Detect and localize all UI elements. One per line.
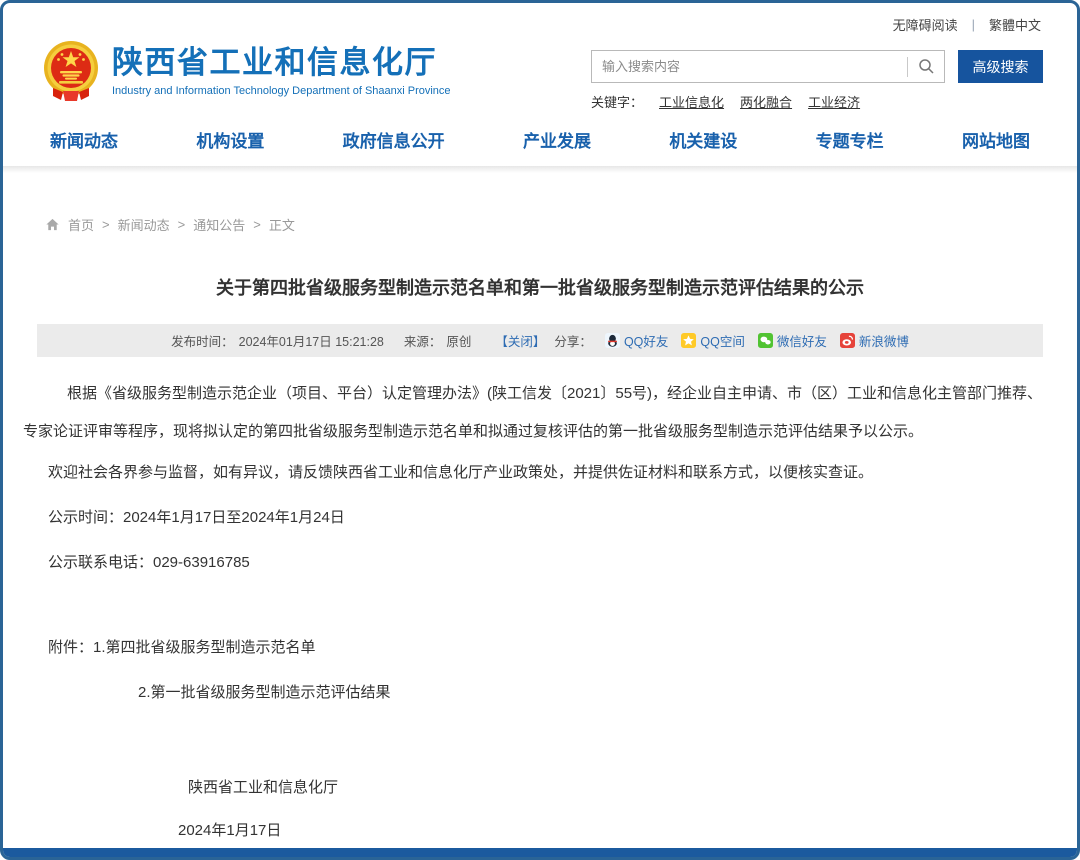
attachment-2-link[interactable]: 2.第一批省级服务型制造示范评估结果 bbox=[138, 684, 391, 701]
keyword-link-3[interactable]: 工业经济 bbox=[808, 92, 860, 111]
search-input[interactable] bbox=[592, 51, 907, 82]
site-title-block: 陕西省工业和信息化厅 Industry and Information Tech… bbox=[112, 45, 451, 98]
nav-item-news[interactable]: 新闻动态 bbox=[50, 127, 118, 152]
share-weibo-button[interactable]: 新浪微博 bbox=[840, 331, 909, 350]
article-meta-bar: 发布时间： 2024年01月17日 15:21:28 来源：原创 【关闭】 分享：… bbox=[37, 324, 1043, 357]
attachment-2: 2.第一批省级服务型制造示范评估结果 bbox=[23, 674, 1057, 712]
attachments-label: 附件： bbox=[48, 639, 93, 656]
site-title: 陕西省工业和信息化厅 bbox=[112, 45, 451, 81]
breadcrumb: 首页 > 新闻动态 > 通知公告 > 正文 bbox=[45, 215, 1057, 234]
source-label: 来源： bbox=[404, 331, 442, 350]
search-area: 高级搜索 关键字： 工业信息化 两化融合 工业经济 bbox=[591, 50, 1043, 111]
share-qq-label: QQ好友 bbox=[624, 331, 668, 350]
keyword-link-1[interactable]: 工业信息化 bbox=[659, 92, 724, 111]
search-icon bbox=[918, 58, 935, 75]
contact-phone: 公示联系电话：029-63916785 bbox=[23, 544, 1057, 582]
search-box bbox=[591, 50, 945, 83]
wechat-icon bbox=[758, 333, 773, 348]
close-button[interactable]: 【关闭】 bbox=[495, 331, 545, 350]
site-subtitle: Industry and Information Technology Depa… bbox=[112, 85, 451, 97]
qzone-icon bbox=[681, 333, 696, 348]
publicity-period: 公示时间：2024年1月17日至2024年1月24日 bbox=[23, 499, 1057, 537]
advanced-search-button[interactable]: 高级搜索 bbox=[958, 50, 1043, 83]
header: 陕西省工业和信息化厅 Industry and Information Tech… bbox=[3, 34, 1077, 115]
share-qzone-button[interactable]: QQ空间 bbox=[681, 331, 744, 350]
national-emblem-icon bbox=[43, 40, 99, 102]
nav-item-organization[interactable]: 机构设置 bbox=[196, 127, 264, 152]
signature-date: 2024年1月17日 bbox=[23, 812, 1057, 850]
search-button[interactable] bbox=[908, 51, 944, 82]
article-content: 首页 > 新闻动态 > 通知公告 > 正文 关于第四批省级服务型制造示范名单和第… bbox=[3, 215, 1077, 850]
breadcrumb-notices[interactable]: 通知公告 bbox=[193, 215, 245, 234]
keyword-link-2[interactable]: 两化融合 bbox=[740, 92, 792, 111]
attachment-1: 附件：1.第四批省级服务型制造示范名单 bbox=[23, 629, 1057, 667]
traditional-chinese-link[interactable]: 繁體中文 bbox=[989, 15, 1041, 34]
attachment-1-link[interactable]: 1.第四批省级服务型制造示范名单 bbox=[93, 639, 316, 656]
breadcrumb-sep: > bbox=[102, 217, 110, 232]
hot-keywords: 关键字： 工业信息化 两化融合 工业经济 bbox=[591, 92, 1043, 111]
share-qzone-label: QQ空间 bbox=[700, 331, 744, 350]
source-value: 原创 bbox=[446, 331, 471, 350]
site-logo[interactable]: 陕西省工业和信息化厅 Industry and Information Tech… bbox=[43, 40, 451, 102]
nav-item-agency[interactable]: 机关建设 bbox=[669, 127, 737, 152]
publish-time: 2024年01月17日 15:21:28 bbox=[239, 331, 384, 350]
signature-org: 陕西省工业和信息化厅 bbox=[23, 769, 1057, 807]
top-utility-bar: 无障碍阅读 | 繁體中文 bbox=[3, 3, 1077, 34]
page-title: 关于第四批省级服务型制造示范名单和第一批省级服务型制造示范评估结果的公示 bbox=[23, 274, 1057, 300]
breadcrumb-news[interactable]: 新闻动态 bbox=[118, 215, 170, 234]
share-qq-button[interactable]: QQ好友 bbox=[605, 331, 668, 350]
nav-divider bbox=[3, 166, 1077, 173]
share-wechat-label: 微信好友 bbox=[777, 331, 827, 350]
home-icon bbox=[45, 217, 60, 232]
publish-time-label: 发布时间： bbox=[171, 331, 234, 350]
breadcrumb-sep: > bbox=[178, 217, 186, 232]
qq-icon bbox=[605, 333, 620, 348]
breadcrumb-sep: > bbox=[253, 217, 261, 232]
nav-item-gov-info[interactable]: 政府信息公开 bbox=[343, 127, 445, 152]
nav-item-industry[interactable]: 产业发展 bbox=[523, 127, 591, 152]
breadcrumb-home[interactable]: 首页 bbox=[68, 215, 94, 234]
weibo-icon bbox=[840, 333, 855, 348]
paragraph-basis: 根据《省级服务型制造示范企业（项目、平台）认定管理办法》(陕工信发〔2021〕5… bbox=[23, 375, 1057, 451]
main-nav: 新闻动态 机构设置 政府信息公开 产业发展 机关建设 专题专栏 网站地图 bbox=[3, 117, 1077, 166]
share-wechat-button[interactable]: 微信好友 bbox=[758, 331, 827, 350]
share-weibo-label: 新浪微博 bbox=[859, 331, 909, 350]
page: 无障碍阅读 | 繁體中文 bbox=[0, 0, 1080, 860]
paragraph-supervision: 欢迎社会各界参与监督，如有异议，请反馈陕西省工业和信息化厅产业政策处，并提供佐证… bbox=[23, 454, 1057, 492]
keywords-label: 关键字： bbox=[591, 92, 643, 111]
footer-bar bbox=[3, 848, 1077, 857]
nav-item-special[interactable]: 专题专栏 bbox=[816, 127, 884, 152]
breadcrumb-current: 正文 bbox=[269, 215, 295, 234]
accessibility-link[interactable]: 无障碍阅读 bbox=[893, 15, 958, 34]
topbar-divider: | bbox=[972, 17, 975, 32]
share-label: 分享： bbox=[554, 331, 592, 350]
nav-item-sitemap[interactable]: 网站地图 bbox=[962, 127, 1030, 152]
